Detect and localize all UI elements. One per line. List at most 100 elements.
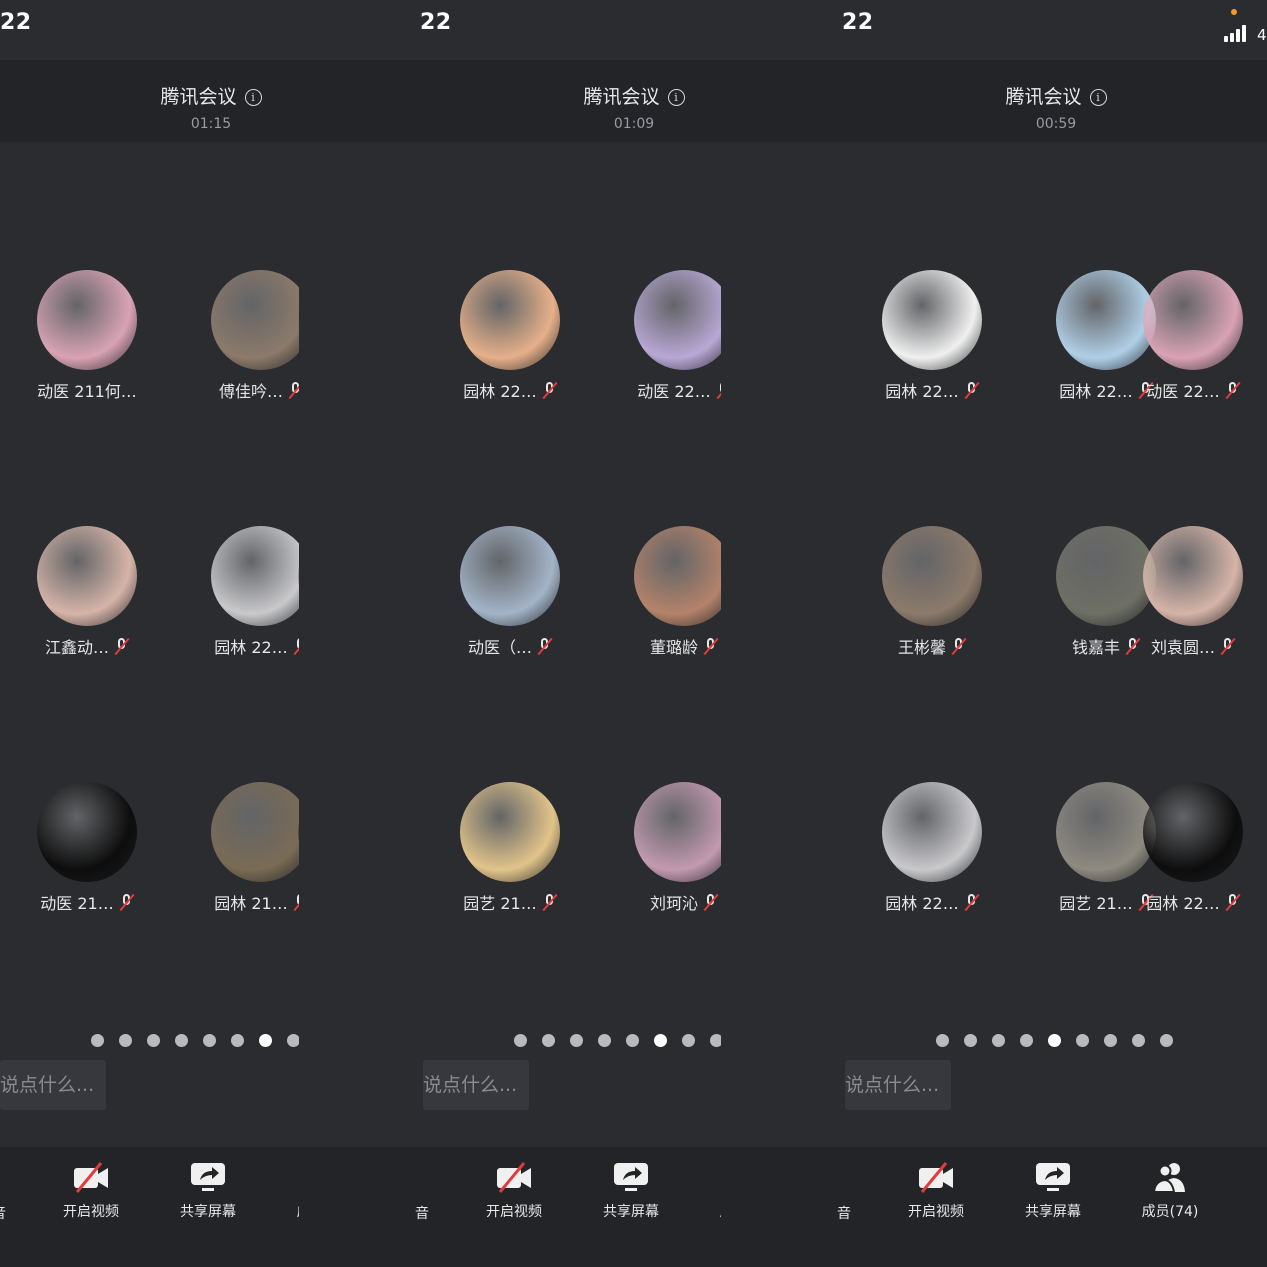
muted-mic-icon xyxy=(1225,381,1241,400)
video-off-icon xyxy=(891,1159,981,1195)
page-dot[interactable] xyxy=(682,1034,695,1047)
participant-tile[interactable]: 园林 22… xyxy=(460,270,560,410)
participant-tile[interactable]: 江鑫动… xyxy=(37,526,137,666)
muted-mic-icon xyxy=(119,893,135,912)
start-video-button[interactable]: 开启视频 xyxy=(46,1159,136,1221)
participant-name-row: 江鑫动… xyxy=(7,634,167,658)
tool-label: 开启视频 xyxy=(63,1204,119,1220)
page-dot[interactable] xyxy=(203,1034,216,1047)
avatar xyxy=(460,782,560,882)
page-dot[interactable] xyxy=(992,1034,1005,1047)
info-icon[interactable]: i xyxy=(244,89,262,106)
page-dot[interactable] xyxy=(175,1034,188,1047)
page-indicator[interactable] xyxy=(936,1034,1173,1047)
page-dot[interactable] xyxy=(259,1034,272,1047)
partial-tool-label[interactable]: 音 xyxy=(0,1203,6,1223)
chat-input[interactable]: 说点什么... xyxy=(845,1060,952,1110)
meeting-timer: 00:59 xyxy=(1035,116,1077,132)
meeting-title: 腾讯会议 xyxy=(160,86,237,108)
avatar xyxy=(1056,526,1156,626)
start-video-button[interactable]: 开启视频 xyxy=(469,1159,559,1221)
share-screen-button[interactable]: 共享屏幕 xyxy=(1008,1159,1098,1221)
meeting-panel: 22 4 腾讯会议 i 00:59 园林 22… 园林 22… 动医 22… 王彬馨 钱嘉丰 刘袁圆… xyxy=(721,0,1267,1267)
avatar xyxy=(460,526,560,626)
page-dot[interactable] xyxy=(1020,1034,1033,1047)
page-indicator[interactable] xyxy=(91,1034,328,1047)
participant-tile[interactable]: 动医（… xyxy=(460,526,560,666)
avatar xyxy=(1143,782,1243,882)
avatar xyxy=(882,270,982,370)
avatar xyxy=(1056,782,1156,882)
avatar xyxy=(460,270,560,370)
avatar xyxy=(211,526,311,626)
bottom-toolbar: 音 开启视频 共享屏幕 成员(74) xyxy=(721,1147,1267,1267)
participant-name-row: 动医 22… xyxy=(1113,378,1267,402)
participant-name-row: 园艺 21… xyxy=(430,890,590,914)
members-icon xyxy=(1125,1159,1215,1195)
participant-tile[interactable]: 刘袁圆… xyxy=(1143,526,1243,666)
page-dot[interactable] xyxy=(626,1034,639,1047)
avatar xyxy=(634,782,734,882)
status-bar: 22 4 xyxy=(721,0,1267,60)
avatar xyxy=(634,270,734,370)
page-dot[interactable] xyxy=(119,1034,132,1047)
participant-name-row: 王彬馨 xyxy=(852,634,1012,658)
muted-mic-icon xyxy=(542,893,558,912)
participant-name: 刘袁圆… xyxy=(1150,638,1215,657)
page-dot[interactable] xyxy=(1132,1034,1145,1047)
page-dot[interactable] xyxy=(936,1034,949,1047)
page-dot[interactable] xyxy=(147,1034,160,1047)
partial-tool-label[interactable]: 音 xyxy=(379,1203,429,1223)
members-button[interactable]: 成员(74) xyxy=(1125,1159,1215,1221)
participant-tile[interactable]: 园艺 21… xyxy=(460,782,560,922)
tool-label: 开启视频 xyxy=(908,1204,964,1220)
page-indicator[interactable] xyxy=(514,1034,751,1047)
chat-input[interactable]: 说点什么... xyxy=(423,1060,530,1110)
page-dot[interactable] xyxy=(964,1034,977,1047)
participant-name: 园林 22… xyxy=(463,382,537,401)
page-dot[interactable] xyxy=(231,1034,244,1047)
start-video-button[interactable]: 开启视频 xyxy=(891,1159,981,1221)
signal-icon xyxy=(1224,24,1246,42)
avatar xyxy=(1056,270,1156,370)
participant-tile[interactable]: 园林 22… xyxy=(1143,782,1243,922)
info-icon[interactable]: i xyxy=(1089,89,1107,106)
muted-mic-icon xyxy=(964,893,980,912)
participant-name: 动医 22… xyxy=(1146,382,1220,401)
tool-label: 开启视频 xyxy=(486,1204,542,1220)
page-dot[interactable] xyxy=(542,1034,555,1047)
page-dot[interactable] xyxy=(1104,1034,1117,1047)
privacy-dot-icon xyxy=(1231,9,1237,15)
page-dot[interactable] xyxy=(1048,1034,1061,1047)
meeting-title: 腾讯会议 xyxy=(1005,86,1082,108)
tool-label: 成员(74) xyxy=(1141,1204,1199,1220)
info-icon[interactable]: i xyxy=(667,89,685,106)
page-dot[interactable] xyxy=(514,1034,527,1047)
page-dot[interactable] xyxy=(570,1034,583,1047)
participant-tile[interactable]: 园林 22… xyxy=(882,782,982,922)
page-dot[interactable] xyxy=(654,1034,667,1047)
participant-name-row: 动医 211何… xyxy=(7,378,167,402)
participant-tile[interactable]: 王彬馨 xyxy=(882,526,982,666)
meeting-title-row[interactable]: 腾讯会议 i xyxy=(845,82,1267,109)
page-dot[interactable] xyxy=(598,1034,611,1047)
chat-input[interactable]: 说点什么... xyxy=(0,1060,107,1110)
muted-mic-icon xyxy=(537,637,553,656)
participant-tile[interactable]: 动医 22… xyxy=(1143,270,1243,410)
page-dot[interactable] xyxy=(1160,1034,1173,1047)
page-dot[interactable] xyxy=(1076,1034,1089,1047)
participant-tile[interactable]: 动医 21… xyxy=(37,782,137,922)
participant-tile[interactable]: 动医 211何… xyxy=(37,270,137,410)
avatar xyxy=(37,526,137,626)
muted-mic-icon xyxy=(964,381,980,400)
page-dot[interactable] xyxy=(91,1034,104,1047)
avatar xyxy=(634,526,734,626)
partial-tool-label[interactable]: 音 xyxy=(801,1203,851,1223)
screenshot-collage: 22腾讯会议i01:15动医 211何…傅佳吟…动医 211胡…江鑫动…园林 2… xyxy=(0,0,1267,1267)
participant-name: 园艺 21… xyxy=(463,894,537,913)
avatar xyxy=(1143,526,1243,626)
participant-name-row: 园林 22… xyxy=(1113,890,1267,914)
share-screen-button[interactable]: 共享屏幕 xyxy=(586,1159,676,1221)
participant-tile[interactable]: 园林 22… xyxy=(882,270,982,410)
share-screen-button[interactable]: 共享屏幕 xyxy=(163,1159,253,1221)
